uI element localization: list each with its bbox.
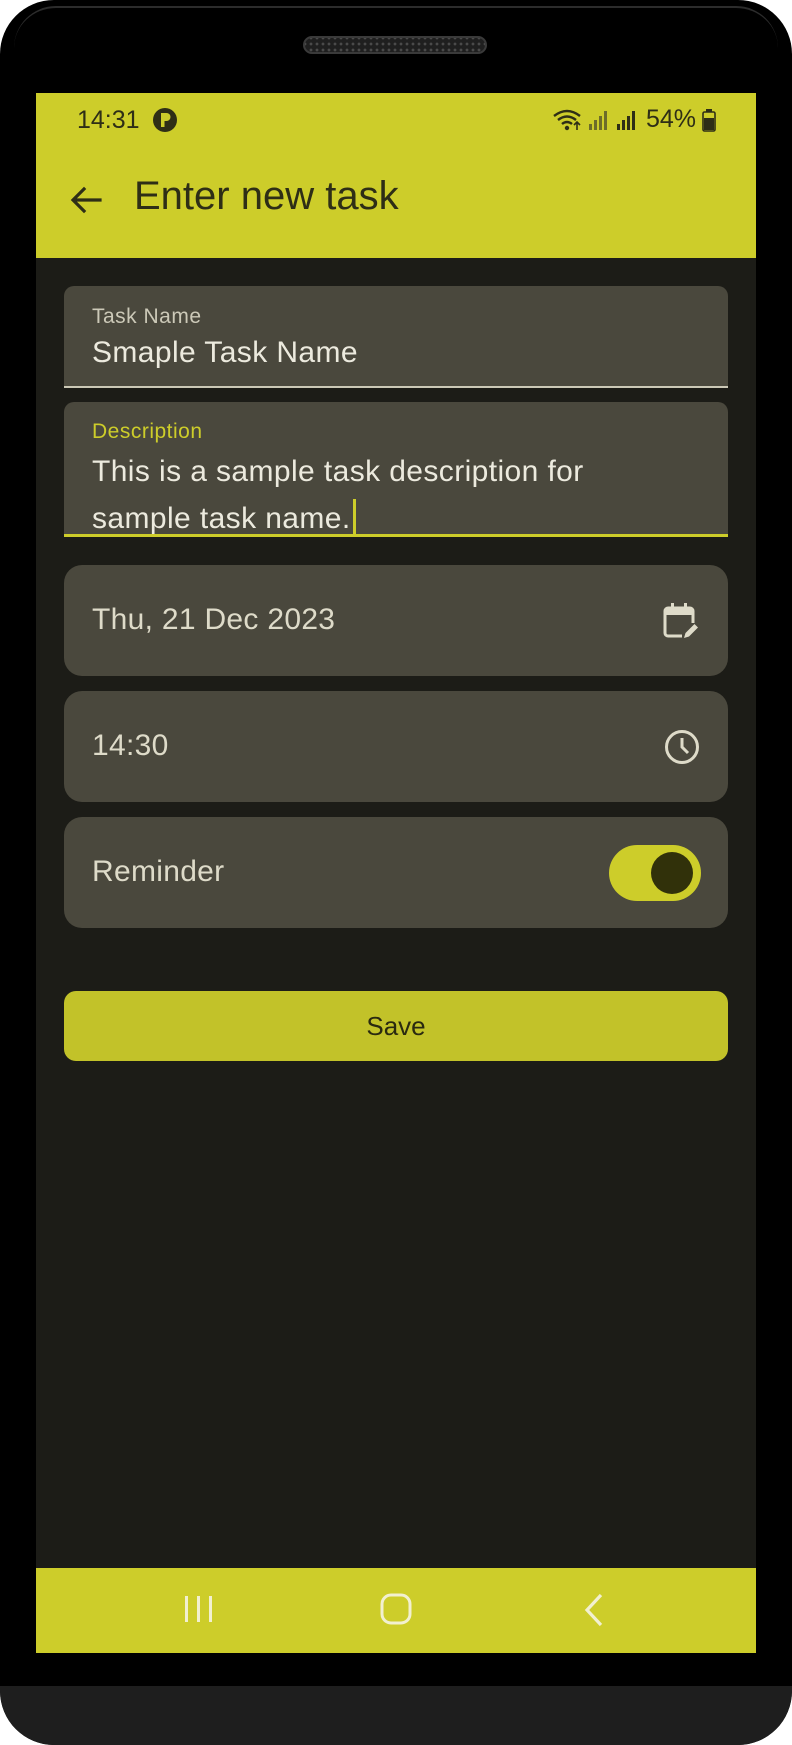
phone-bottom-chin	[0, 1686, 792, 1745]
description-underline	[64, 534, 728, 537]
reminder-toggle[interactable]	[609, 845, 701, 901]
task-name-underline	[64, 386, 728, 388]
app-notification-icon	[153, 108, 177, 132]
arrow-back-icon[interactable]	[66, 180, 106, 220]
clock-icon[interactable]	[662, 727, 702, 767]
description-value[interactable]: This is a sample task description for sa…	[92, 448, 702, 542]
calendar-edit-icon[interactable]	[662, 601, 702, 641]
top-app-bar: Enter new task	[36, 146, 756, 258]
task-name-value[interactable]: Smaple Task Name	[92, 336, 358, 370]
description-field[interactable]: Description This is a sample task descri…	[64, 402, 728, 537]
reminder-row: Reminder	[64, 817, 728, 928]
text-cursor	[352, 499, 356, 535]
battery-percentage: 54%	[645, 105, 696, 133]
back-chevron-icon[interactable]	[583, 1592, 605, 1628]
reminder-label: Reminder	[92, 855, 225, 888]
toggle-knob	[651, 852, 693, 894]
status-time: 14:31	[77, 106, 140, 134]
time-picker-field[interactable]: 14:30	[64, 691, 728, 802]
description-label: Description	[92, 420, 203, 443]
status-bar: 14:31 54%	[36, 93, 756, 146]
description-line-1: This is a sample task description for	[92, 455, 584, 488]
signal-icon-sim1	[588, 110, 607, 130]
signal-icon-sim2	[616, 110, 635, 130]
home-icon[interactable]	[379, 1592, 413, 1626]
task-name-field[interactable]: Task Name Smaple Task Name	[64, 286, 728, 388]
page-title: Enter new task	[134, 174, 399, 218]
screen: 14:31 54% Enter new task Task Name Smapl…	[36, 93, 756, 1653]
battery-icon	[702, 108, 716, 132]
recents-icon[interactable]	[182, 1594, 216, 1624]
date-picker-field[interactable]: Thu, 21 Dec 2023	[64, 565, 728, 676]
task-name-label: Task Name	[92, 305, 202, 328]
date-value: Thu, 21 Dec 2023	[92, 603, 336, 636]
save-button[interactable]: Save	[64, 991, 728, 1061]
system-navigation-bar	[36, 1568, 756, 1653]
phone-frame: 14:31 54% Enter new task Task Name Smapl…	[0, 0, 792, 1745]
description-line-2: sample task name.	[92, 502, 351, 535]
earpiece-speaker	[303, 36, 487, 54]
time-value: 14:30	[92, 729, 169, 762]
wifi-icon	[553, 109, 581, 130]
status-indicators: 54%	[552, 105, 716, 134]
